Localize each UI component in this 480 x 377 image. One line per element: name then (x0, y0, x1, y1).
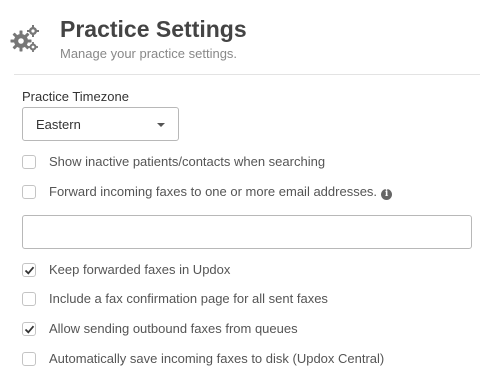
option-label: Forward incoming faxes to one or more em… (49, 184, 393, 200)
option-outbound-queues[interactable]: Allow sending outbound faxes from queues (22, 321, 472, 339)
option-show-inactive[interactable]: Show inactive patients/contacts when sea… (22, 154, 472, 172)
gears-icon (10, 25, 39, 52)
checkmark-icon (24, 325, 35, 334)
checkbox-keep-forwarded[interactable] (22, 263, 36, 277)
option-label: Keep forwarded faxes in Updox (49, 262, 231, 277)
checkbox-show-inactive[interactable] (22, 155, 36, 169)
option-forward-faxes-email[interactable]: Forward incoming faxes to one or more em… (22, 184, 472, 202)
checkbox-fax-confirmation[interactable] (22, 292, 36, 306)
checkmark-icon (24, 266, 35, 275)
checkbox-save-to-disk[interactable] (22, 352, 36, 366)
caret-down-icon (157, 123, 165, 127)
option-keep-forwarded[interactable]: Keep forwarded faxes in Updox (22, 262, 472, 280)
option-fax-confirmation[interactable]: Include a fax confirmation page for all … (22, 291, 472, 309)
page-header: Practice Settings Manage your practice s… (10, 14, 480, 74)
option-label: Automatically save incoming faxes to dis… (49, 351, 385, 366)
header-divider (14, 74, 480, 75)
option-label: Show inactive patients/contacts when sea… (49, 154, 326, 169)
forward-email-input[interactable] (22, 215, 472, 249)
info-icon[interactable]: i (381, 189, 393, 200)
checkbox-outbound-queues[interactable] (22, 322, 36, 336)
option-label: Allow sending outbound faxes from queues (49, 321, 298, 336)
option-label: Include a fax confirmation page for all … (49, 291, 328, 306)
timezone-select[interactable]: Eastern (22, 107, 179, 141)
timezone-selected-value: Eastern (36, 117, 81, 132)
page-title: Practice Settings (60, 16, 247, 42)
option-label-text: Forward incoming faxes to one or more em… (49, 184, 378, 199)
page-subtitle: Manage your practice settings. (60, 46, 238, 61)
checkbox-forward-faxes-email[interactable] (22, 185, 36, 199)
timezone-label: Practice Timezone (22, 89, 129, 104)
option-save-to-disk[interactable]: Automatically save incoming faxes to dis… (22, 351, 472, 369)
